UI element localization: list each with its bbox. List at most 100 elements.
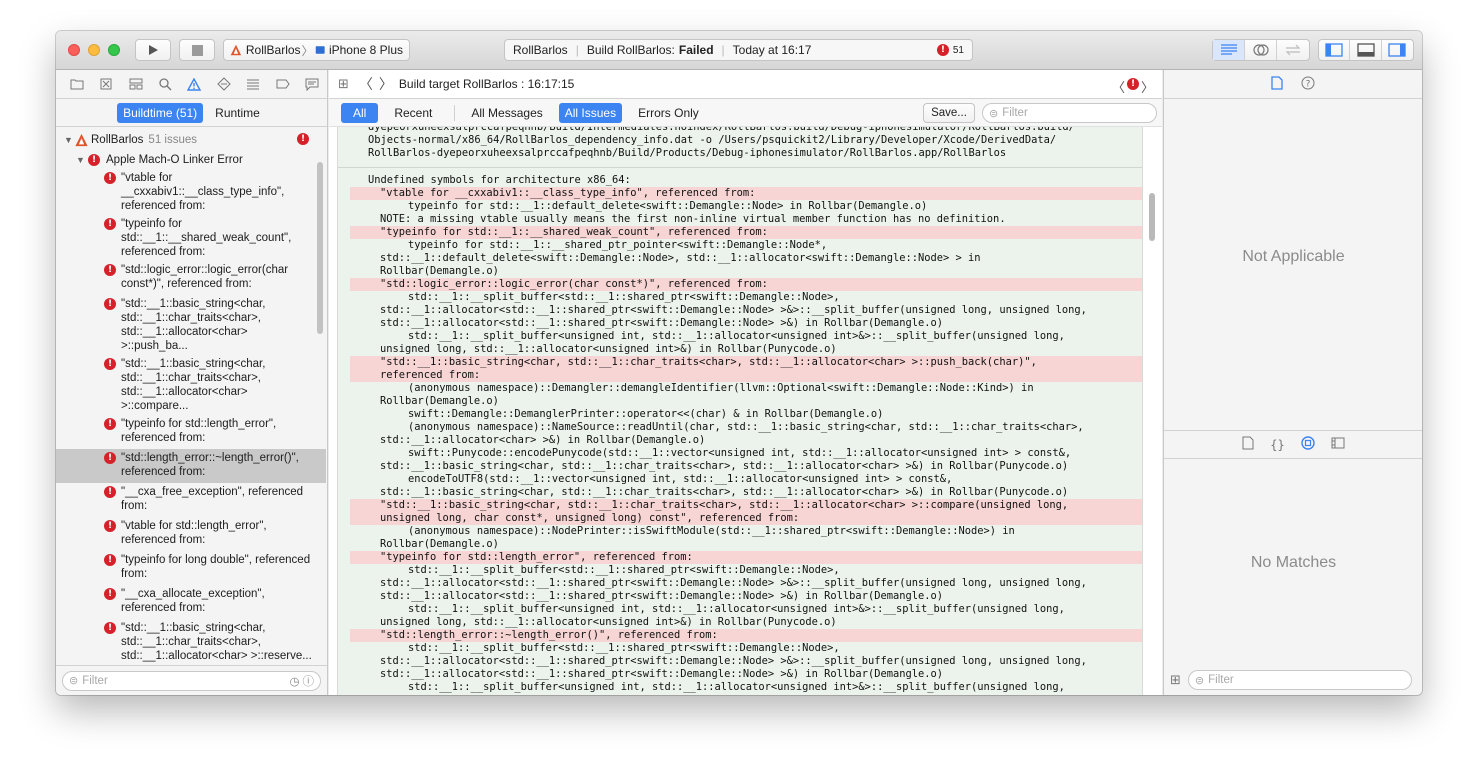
log-line: std::__1::__split_buffer<unsigned int, s…: [408, 681, 1065, 693]
related-items-icon[interactable]: ⊞: [338, 76, 349, 92]
log-line-error: "std::length_error::~length_error()", re…: [350, 629, 1142, 642]
navigator-scrollbar[interactable]: [317, 162, 323, 334]
error-icon[interactable]: !: [936, 44, 949, 56]
stop-button[interactable]: [179, 39, 215, 61]
test-diamond-icon[interactable]: [209, 77, 238, 91]
standard-editor-button[interactable]: [1213, 40, 1246, 60]
source-control-icon[interactable]: [91, 78, 120, 90]
assistant-icon: [1252, 44, 1269, 56]
scope-errors-only[interactable]: Errors Only: [632, 103, 705, 123]
issues-filter-icon[interactable]: ⓘ: [303, 673, 315, 689]
search-icon[interactable]: [150, 77, 179, 91]
project-error-icon: !: [297, 133, 309, 145]
log-line: std::__1::__split_buffer<std::__1::share…: [408, 642, 840, 654]
activity-time: Today at 16:17: [732, 43, 812, 57]
log-line: std::__1::basic_string<char, std::__1::c…: [380, 460, 1069, 472]
issue-text: "__cxa_free_exception", referenced from:: [121, 486, 304, 512]
log-line-error: unsigned long, char const*, unsigned lon…: [350, 512, 1142, 525]
issue-row[interactable]: ! "typeinfo for std::__1::__shared_weak_c…: [56, 215, 326, 261]
inspector-top-message: Not Applicable: [1242, 248, 1345, 265]
tab-runtime[interactable]: Runtime: [209, 103, 266, 123]
code-snippet-icon[interactable]: {}: [1270, 438, 1284, 452]
jump-bar: ⊞ 〈 〉 Build target RollBarlos : 16:17:15…: [329, 70, 1162, 99]
tab-buildtime[interactable]: Buildtime (51): [117, 102, 204, 123]
scheme-selector[interactable]: RollBarlos 〉 iPhone 8 Plus: [223, 39, 410, 61]
scope-all-messages[interactable]: All Messages: [465, 103, 548, 123]
issue-row[interactable]: ! "vtable for __cxxabiv1::__class_type_in…: [56, 169, 326, 215]
stop-icon: [191, 44, 203, 56]
error-icon: !: [104, 622, 116, 634]
quick-help-icon[interactable]: ?: [1301, 76, 1315, 93]
log-line: NOTE: a missing vtable usually means the…: [380, 213, 1006, 225]
log-line: RollBarlos-dyepeorxuheexsalprccafpeqhnb/…: [368, 147, 1007, 159]
issue-row[interactable]: ! "std::__1::basic_string<char, std::__1:…: [56, 619, 326, 665]
log-line: std::__1::__split_buffer<std::__1::share…: [408, 291, 840, 303]
group-row[interactable]: ▼ ! Apple Mach-O Linker Error: [56, 149, 326, 169]
next-issue-icon[interactable]: 〉: [1141, 77, 1154, 96]
navigator-filter-field[interactable]: ⊜ Filter ◷ ⓘ: [62, 670, 321, 691]
issue-row[interactable]: ! "__cxa_free_exception", referenced from…: [56, 483, 326, 517]
library-filter-field[interactable]: ⊜ Filter: [1187, 670, 1412, 690]
log-filter-field[interactable]: ⊜ Filter: [982, 103, 1157, 123]
report-icon[interactable]: [298, 78, 327, 91]
breakpoint-icon[interactable]: [268, 79, 297, 89]
issue-row[interactable]: ! "typeinfo for std::length_error", refer…: [56, 415, 326, 449]
log-line-error: referenced from:: [350, 369, 1142, 382]
debug-icon[interactable]: [239, 78, 268, 90]
right-panel-icon: [1388, 43, 1406, 57]
issue-row[interactable]: ! "vtable for std::length_error", referen…: [56, 517, 326, 551]
scope-recent[interactable]: Recent: [388, 103, 438, 123]
breadcrumb[interactable]: Build target RollBarlos : 16:17:15: [399, 77, 574, 91]
rollbar-project-icon: [75, 133, 88, 147]
issue-text: "std::length_error::~length_error()", re…: [121, 452, 299, 478]
folder-icon[interactable]: [62, 78, 91, 90]
issue-row[interactable]: ! "__cxa_allocate_exception", referenced …: [56, 585, 326, 619]
error-icon: !: [104, 486, 116, 498]
forward-chevron-icon[interactable]: 〉: [379, 74, 393, 94]
issue-row[interactable]: ! "std::logic_error::logic_error(char con…: [56, 261, 326, 295]
issue-row[interactable]: ! "typeinfo for long double", referenced …: [56, 551, 326, 585]
issue-row[interactable]: ! "std::__1::basic_string<char, std::__1:…: [56, 355, 326, 415]
log-line: std::__1::allocator<std::__1::shared_ptr…: [380, 668, 944, 680]
toggle-navigator-button[interactable]: [1319, 40, 1351, 60]
minimize-window-button[interactable]: [88, 44, 100, 56]
toggle-inspector-button[interactable]: [1382, 40, 1413, 60]
log-line: (anonymous namespace)::NodePrinter::isSw…: [408, 525, 1015, 537]
version-editor-button[interactable]: [1277, 40, 1309, 60]
recent-filter-icon[interactable]: ◷: [289, 674, 299, 688]
hierarchy-icon[interactable]: [121, 78, 150, 90]
toggle-debug-area-button[interactable]: [1350, 40, 1382, 60]
zoom-window-button[interactable]: [108, 44, 120, 56]
disclosure-triangle-icon[interactable]: ▼: [64, 133, 74, 147]
previous-issue-icon[interactable]: 〈: [1112, 77, 1125, 96]
play-icon: [149, 45, 158, 55]
issue-error-icon[interactable]: !: [1127, 78, 1139, 90]
object-library-icon[interactable]: [1301, 436, 1315, 453]
error-icon: !: [104, 520, 116, 532]
file-template-icon[interactable]: [1242, 436, 1254, 453]
scope-all-issues[interactable]: All Issues: [558, 102, 623, 123]
log-line: std::__1::__split_buffer<std::__1::share…: [408, 564, 840, 576]
issue-row[interactable]: ! "std::length_error::~length_error()", r…: [56, 449, 326, 483]
grid-view-icon[interactable]: ⊞: [1170, 672, 1181, 688]
log-line: Rollbar(Demangle.o): [380, 395, 499, 407]
media-library-icon[interactable]: [1331, 437, 1345, 452]
log-line: encodeToUTF8(std::__1::vector<unsigned i…: [408, 473, 953, 485]
back-chevron-icon[interactable]: 〈: [359, 74, 373, 94]
save-button[interactable]: Save...: [923, 103, 975, 123]
log-line: std::__1::allocator<std::__1::shared_ptr…: [380, 590, 944, 602]
assistant-editor-button[interactable]: [1245, 40, 1277, 60]
issue-row[interactable]: ! "std::__1::basic_string<char, std::__1:…: [56, 295, 326, 355]
close-window-button[interactable]: [68, 44, 80, 56]
scope-all[interactable]: All: [341, 102, 379, 123]
log-command-block: dyepeorxuheexsalprccafpeqhnb/Build/Inter…: [338, 127, 1142, 160]
project-row[interactable]: ▼ RollBarlos 51 issues !: [56, 129, 326, 149]
arrows-icon: [1285, 44, 1301, 56]
issue-warning-icon[interactable]: [180, 77, 209, 91]
run-button[interactable]: [135, 39, 171, 61]
error-count[interactable]: 51: [953, 45, 964, 56]
file-inspector-icon[interactable]: [1271, 75, 1283, 93]
log-line: typeinfo for std::__1::__shared_ptr_poin…: [408, 239, 828, 251]
log-scrollbar[interactable]: [1149, 193, 1155, 241]
disclosure-triangle-icon[interactable]: ▼: [76, 153, 88, 167]
